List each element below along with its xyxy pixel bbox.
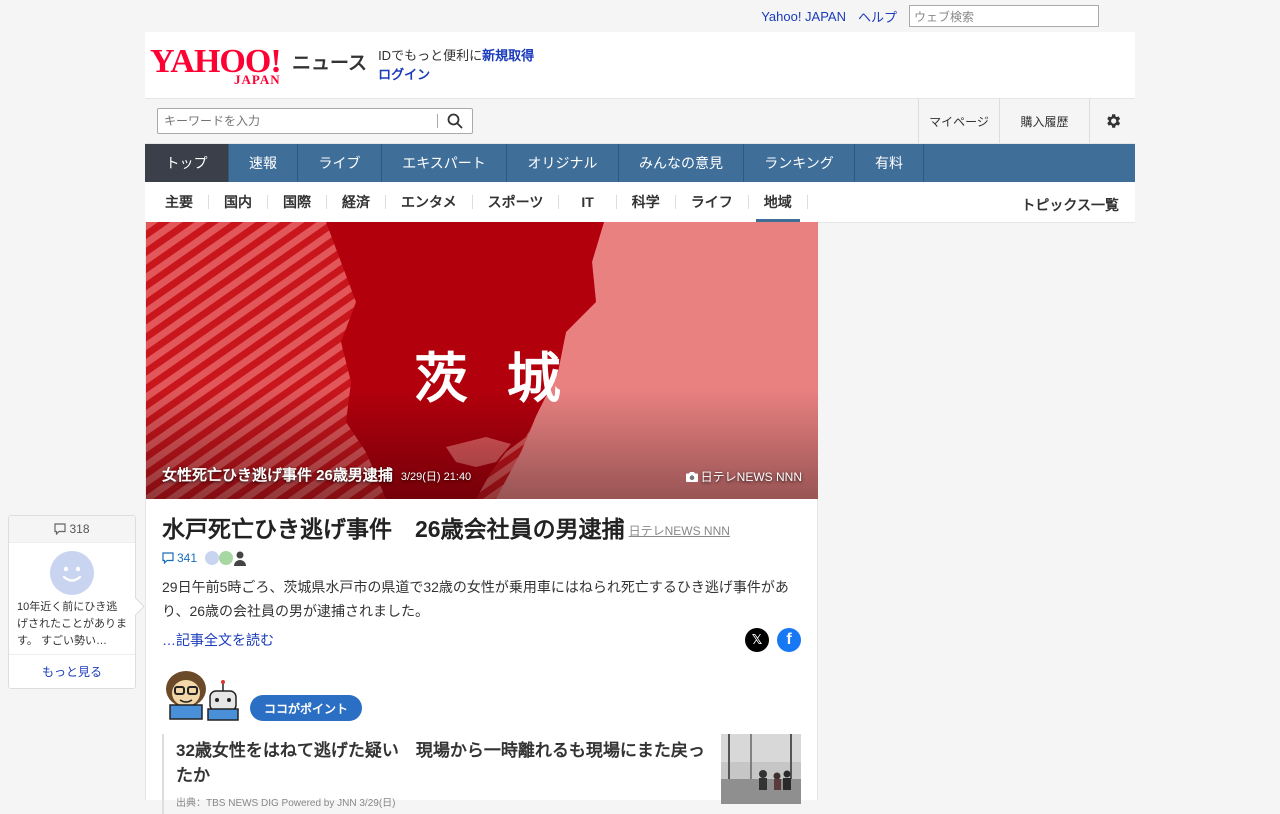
nav-ranking[interactable]: ランキング <box>744 144 855 182</box>
key-point-section: ココがポイント <box>162 669 801 721</box>
smile-face-icon <box>62 566 82 582</box>
page-container: Yahoo! JAPAN ヘルプ ウェブ検索 YAHOO! JAPAN ニュース… <box>145 0 1135 223</box>
category-economy[interactable]: 経済 <box>327 195 386 209</box>
logo-news-text: ニュース <box>292 53 368 74</box>
category-sports[interactable]: スポーツ <box>473 195 560 209</box>
main-nav: トップ 速報 ライブ エキスパート オリジナル みんなの意見 ランキング 有料 <box>145 144 1135 182</box>
article-lead: 29日午前5時ごろ、茨城県水戸市の県道で32歳の女性が乗用車にはねられ死亡するひ… <box>162 579 789 619</box>
comment-card-count: 318 <box>69 522 90 536</box>
article-card: 茨 城 女性死亡ひき逃げ事件 26歳男逮捕 3/29(日) 21:40 日テレN… <box>145 222 818 814</box>
article-source-link[interactable]: 日テレNEWS NNN <box>629 524 730 538</box>
yahoo-news-logo[interactable]: YAHOO! JAPAN ニュース <box>150 45 368 87</box>
map-region-label: 茨 城 <box>414 347 571 410</box>
comment-preview-card[interactable]: 318 10年近く前にひき逃げされたことがあります。 すごい勢い… もっと見る <box>8 515 145 689</box>
read-more-row: …記事全文を読む 𝕏 f <box>162 625 801 655</box>
category-entertainment[interactable]: エンタメ <box>386 195 473 209</box>
settings-button[interactable] <box>1089 99 1135 143</box>
signup-link[interactable]: 新規取得 <box>482 48 534 63</box>
category-local[interactable]: 地域 <box>749 195 808 222</box>
nav-top[interactable]: トップ <box>145 144 229 182</box>
category-nav: 主要 国内 国際 経済 エンタメ スポーツ IT 科学 ライフ 地域 トピックス… <box>145 182 1135 223</box>
read-full-article-link[interactable]: …記事全文を読む <box>162 630 274 650</box>
related-article[interactable]: 32歳女性をはねて逃げた疑い 現場から一時離れるも現場にまた戻ったか 出典：TB… <box>162 734 801 814</box>
nav-original[interactable]: オリジナル <box>507 144 619 182</box>
search-button[interactable] <box>438 109 472 133</box>
category-main[interactable]: 主要 <box>150 195 209 209</box>
nav-opinions[interactable]: みんなの意見 <box>619 144 744 182</box>
article-title-text: 水戸死亡ひき逃げ事件 26歳会社員の男逮捕 <box>162 516 625 542</box>
comment-icon <box>54 523 67 535</box>
mypage-link[interactable]: マイページ <box>918 99 999 143</box>
comment-icon <box>162 552 174 564</box>
purchase-history-link[interactable]: 購入履歴 <box>999 99 1089 143</box>
reaction-avatars-icon <box>205 551 247 566</box>
mascot-characters-icon <box>166 671 239 721</box>
see-more-comments-link[interactable]: もっと見る <box>9 654 135 688</box>
hero-datetime: 3/29(日) 21:40 <box>400 471 472 483</box>
category-it[interactable]: IT <box>559 195 617 209</box>
category-life[interactable]: ライフ <box>676 195 749 209</box>
topics-list-link[interactable]: トピックス一覧 <box>1021 195 1119 215</box>
search-icon <box>447 113 463 129</box>
web-search-input[interactable]: ウェブ検索 <box>909 5 1099 27</box>
street-scene-thumbnail-image <box>721 734 801 804</box>
hero-image[interactable]: 茨 城 女性死亡ひき逃げ事件 26歳男逮捕 3/29(日) 21:40 日テレN… <box>146 222 818 499</box>
related-article-source: 出典：TBS NEWS DIG Powered by JNN 3/29(日) <box>176 798 396 809</box>
photo-credit-text: 日テレNEWS NNN <box>700 470 802 484</box>
nav-paid[interactable]: 有料 <box>855 144 924 182</box>
hero-caption-title: 女性死亡ひき逃げ事件 26歳男逮捕 <box>162 467 393 484</box>
help-link[interactable]: ヘルプ <box>858 7 897 26</box>
header: YAHOO! JAPAN ニュース IDでもっと便利に新規取得 ログイン <box>145 32 1135 98</box>
x-share-icon[interactable]: 𝕏 <box>745 628 769 652</box>
yahoo-japan-logo: YAHOO! JAPAN <box>150 45 286 87</box>
related-article-title: 32歳女性をはねて逃げた疑い 現場から一時離れるも現場にまた戻ったか <box>176 741 705 785</box>
nav-breaking[interactable]: 速報 <box>229 144 298 182</box>
category-international[interactable]: 国際 <box>268 195 327 209</box>
article-body: 水戸死亡ひき逃げ事件 26歳会社員の男逮捕 日テレNEWS NNN 341 29日… <box>146 499 817 814</box>
hero-caption: 女性死亡ひき逃げ事件 26歳男逮捕 3/29(日) 21:40 <box>162 464 471 485</box>
keyword-search-input[interactable] <box>158 114 437 128</box>
share-buttons: 𝕏 f <box>745 628 801 652</box>
camera-icon <box>685 471 698 482</box>
comment-card-header: 318 <box>9 516 135 543</box>
news-search-box <box>157 108 473 134</box>
id-box: IDでもっと便利に新規取得 ログイン <box>378 46 534 84</box>
search-row: マイページ 購入履歴 <box>145 98 1135 144</box>
nav-expert[interactable]: エキスパート <box>382 144 507 182</box>
photo-credit: 日テレNEWS NNN <box>685 468 802 485</box>
utility-bar: Yahoo! JAPAN ヘルプ ウェブ検索 <box>145 0 1135 32</box>
id-promo-text: IDでもっと便利に <box>378 48 483 63</box>
header-right-links: マイページ 購入履歴 <box>918 99 1135 143</box>
avatar <box>50 551 94 595</box>
comment-summary[interactable]: 341 <box>162 549 801 567</box>
facebook-share-icon[interactable]: f <box>777 628 801 652</box>
login-link[interactable]: ログイン <box>378 67 430 82</box>
comment-count: 341 <box>177 551 198 565</box>
comment-card-text: 10年近く前にひき逃げされたことがあります。 すごい勢い… <box>17 601 127 647</box>
category-domestic[interactable]: 国内 <box>209 195 268 209</box>
key-point-badge: ココがポイント <box>250 695 363 721</box>
related-article-thumbnail[interactable] <box>721 734 801 804</box>
yahoo-japan-link[interactable]: Yahoo! JAPAN <box>761 9 846 24</box>
article-title[interactable]: 水戸死亡ひき逃げ事件 26歳会社員の男逮捕 日テレNEWS NNN <box>162 513 801 547</box>
logo-japan-text: JAPAN <box>234 72 281 87</box>
nav-live[interactable]: ライブ <box>298 144 382 182</box>
category-science[interactable]: 科学 <box>617 195 676 209</box>
gear-icon <box>1106 114 1120 128</box>
